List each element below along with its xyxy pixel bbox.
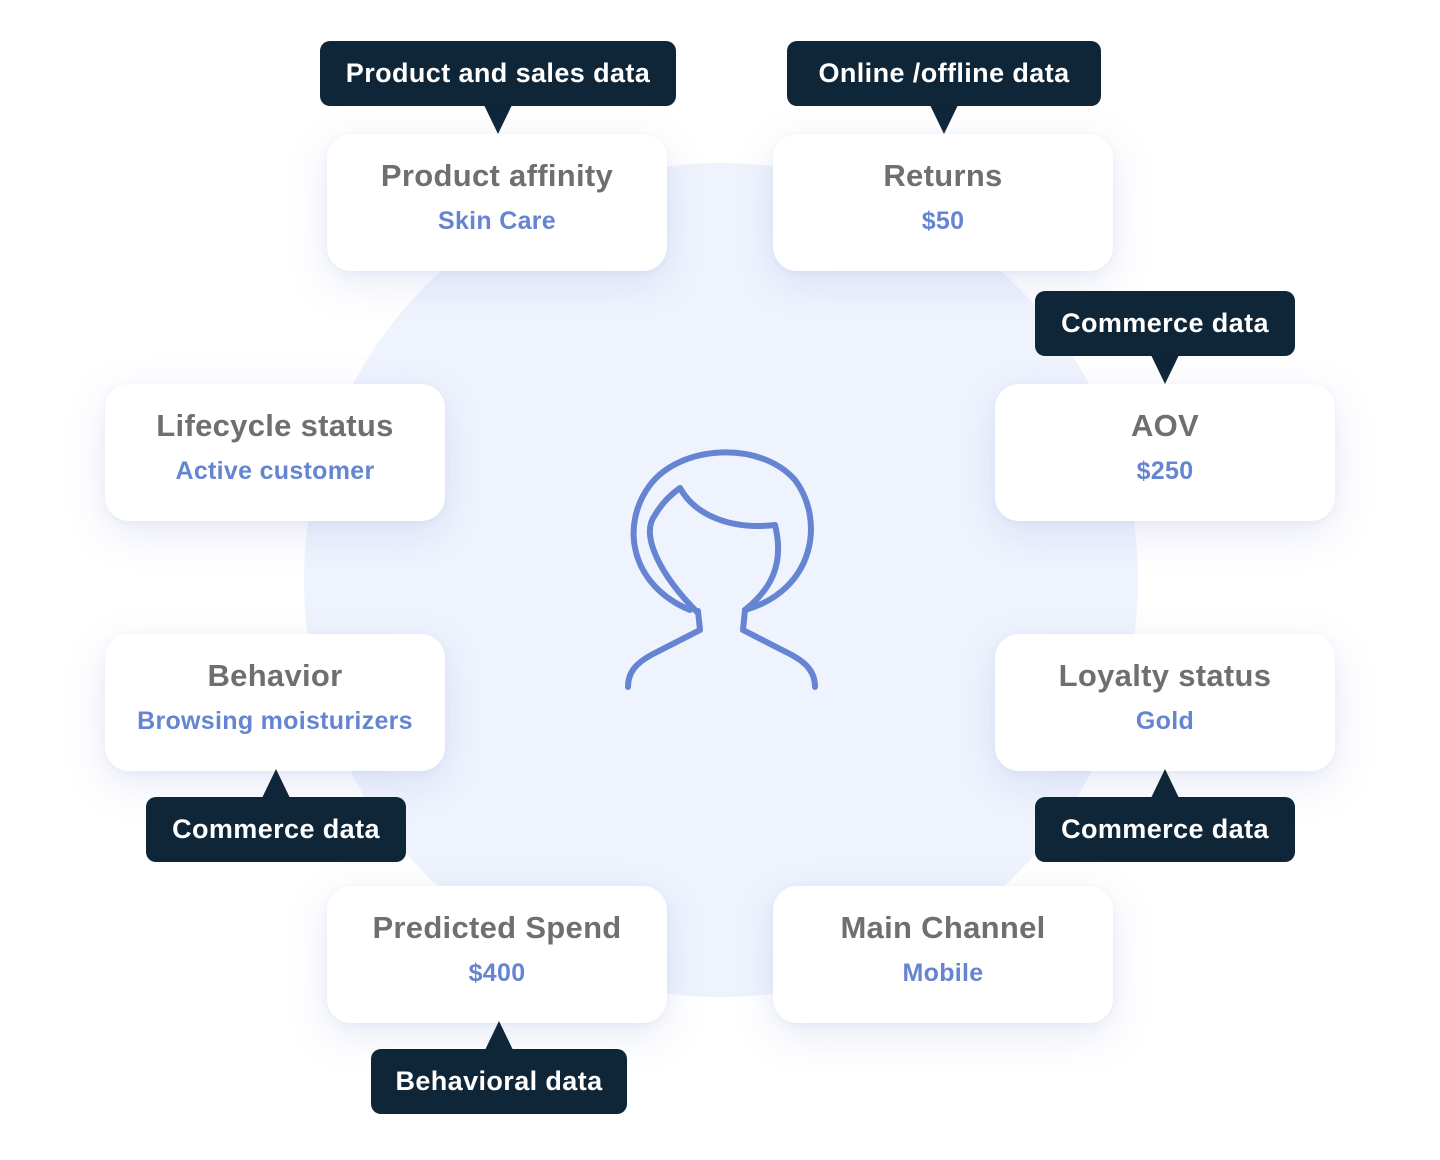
- source-tag-aov: Commerce data: [1035, 291, 1295, 384]
- card-value: $400: [468, 959, 526, 987]
- card-label: Product affinity: [380, 158, 614, 193]
- source-tag-loyalty-status: Commerce data: [1035, 769, 1295, 862]
- hair-outline: [630, 449, 814, 613]
- source-tag-predicted-spend: Behavioral data: [371, 1021, 627, 1114]
- card-value: $50: [921, 207, 965, 235]
- card-label: Loyalty status: [1058, 658, 1272, 693]
- card-label: Returns: [883, 158, 1003, 193]
- source-tag-behavior: Commerce data: [146, 769, 406, 862]
- card-label: Main Channel: [840, 910, 1046, 945]
- card-label: Behavior: [207, 658, 343, 693]
- source-tag-returns: Online /offline data: [787, 41, 1101, 134]
- attribute-card-returns[interactable]: Returns $50: [773, 134, 1113, 271]
- woman-profile-icon: [625, 449, 818, 690]
- card-value: Browsing moisturizers: [137, 707, 413, 735]
- attribute-card-lifecycle-status[interactable]: Lifecycle status Active customer: [105, 384, 445, 521]
- card-value: Active customer: [175, 457, 375, 485]
- card-label: Lifecycle status: [156, 408, 394, 443]
- face-outline: [647, 485, 782, 616]
- attribute-card-main-channel[interactable]: Main Channel Mobile: [773, 886, 1113, 1023]
- card-label: AOV: [1130, 408, 1200, 443]
- card-value: Mobile: [902, 959, 984, 987]
- attribute-card-aov[interactable]: AOV $250: [995, 384, 1335, 521]
- attribute-card-predicted-spend[interactable]: Predicted Spend $400: [327, 886, 667, 1023]
- source-tag-product-affinity: Product and sales data: [320, 41, 676, 134]
- card-value: $250: [1136, 457, 1194, 485]
- attribute-card-behavior[interactable]: Behavior Browsing moisturizers: [105, 634, 445, 771]
- card-value: Skin Care: [437, 207, 557, 235]
- attribute-card-product-affinity[interactable]: Product affinity Skin Care: [327, 134, 667, 271]
- card-label: Predicted Spend: [372, 910, 622, 945]
- attribute-card-loyalty-status[interactable]: Loyalty status Gold: [995, 634, 1335, 771]
- neck-shoulders: [625, 607, 818, 690]
- card-value: Gold: [1135, 707, 1195, 735]
